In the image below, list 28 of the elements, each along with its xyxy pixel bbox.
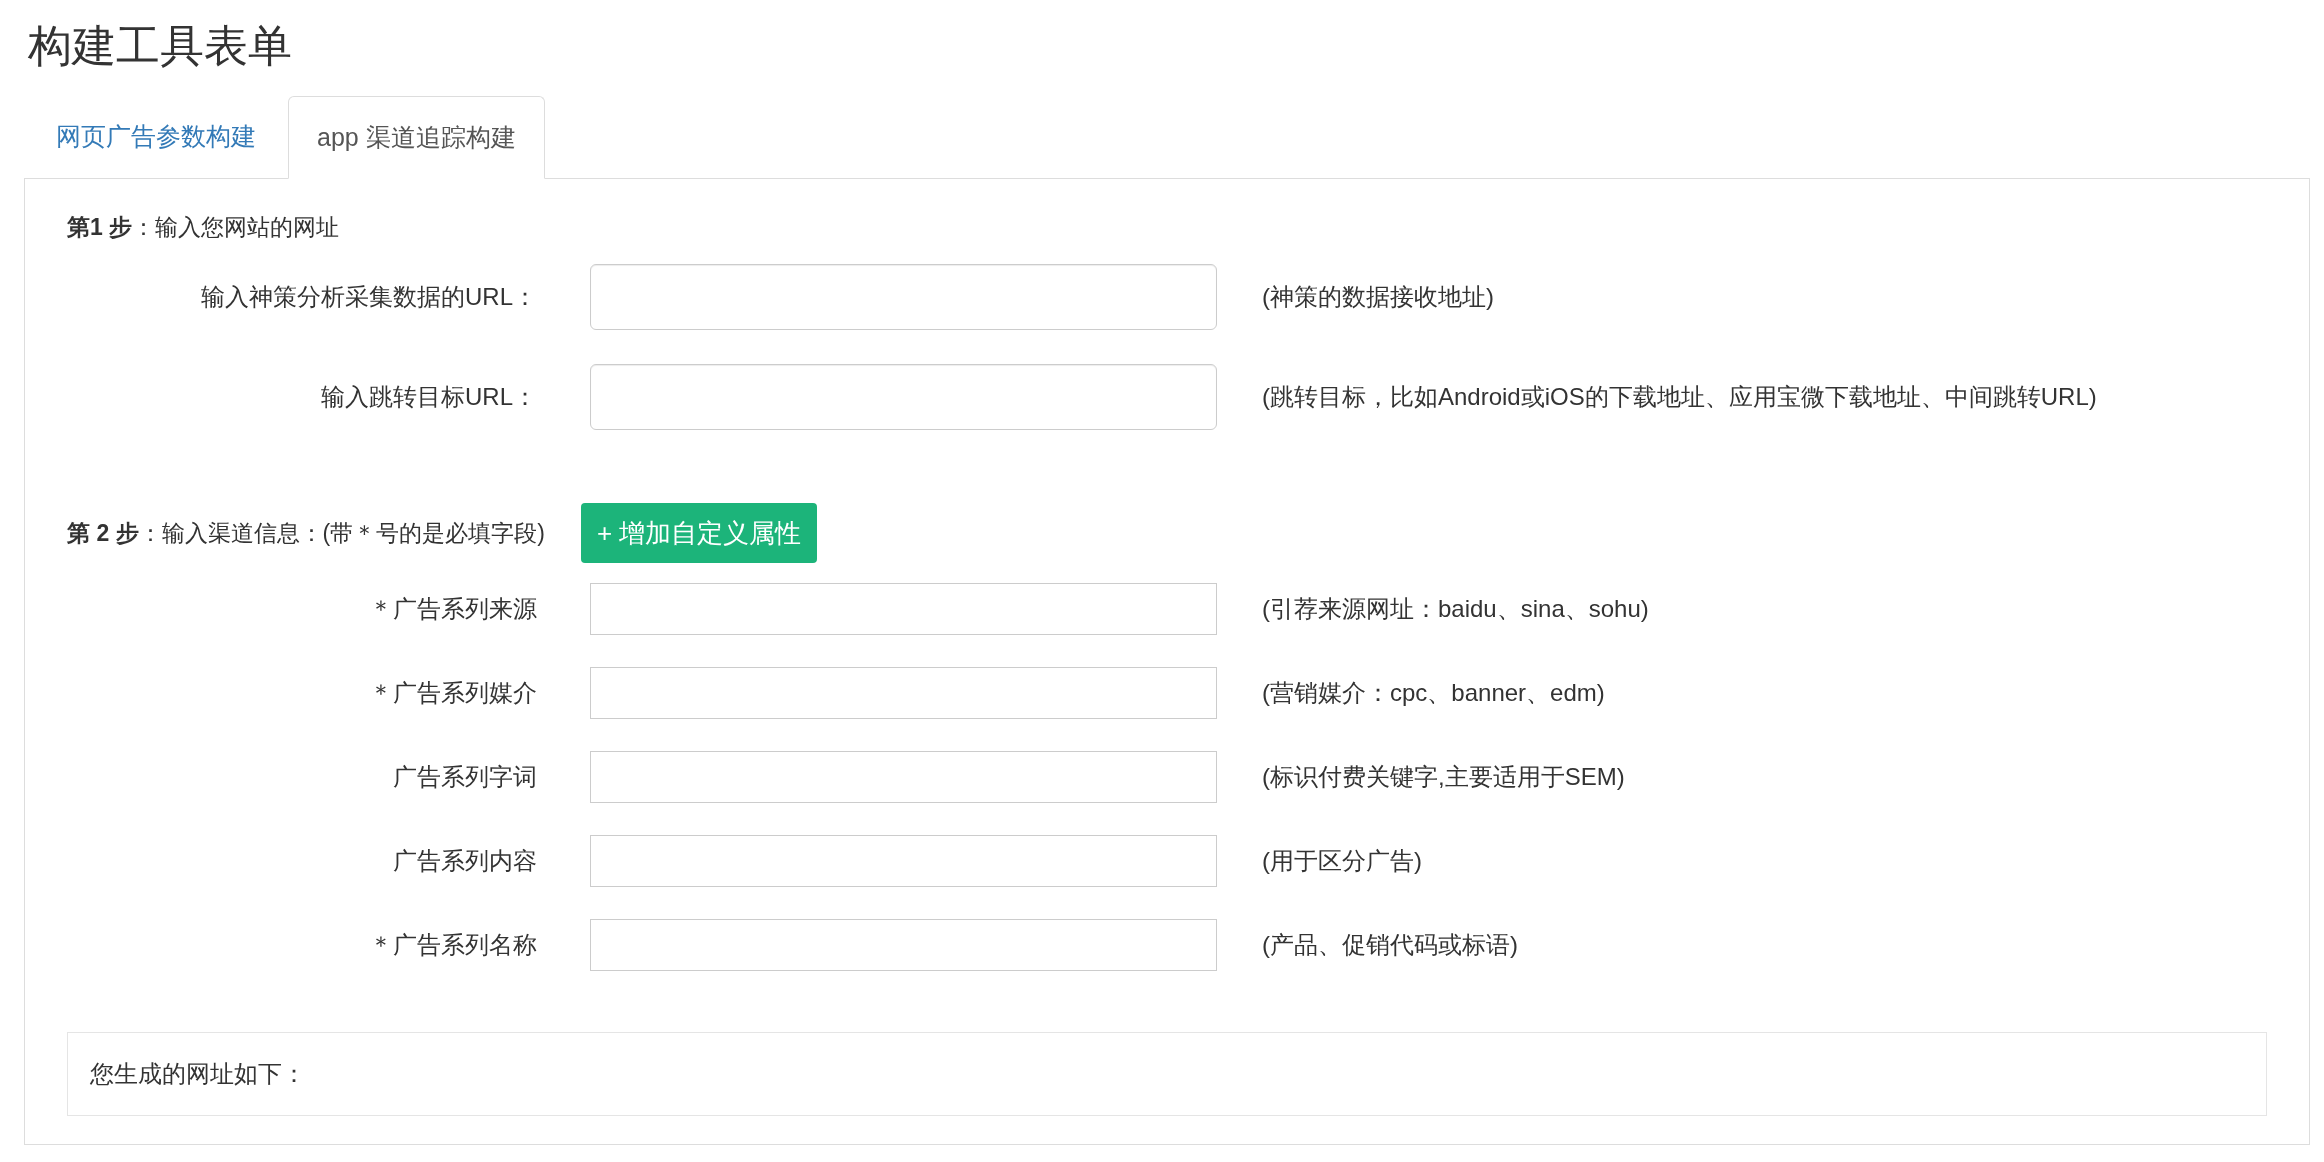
page-title: 构建工具表单 <box>27 20 293 72</box>
field-hint: (标识付费关键字,主要适用于SEM) <box>1262 762 1625 792</box>
field-hint: (用于区分广告) <box>1262 846 1422 876</box>
field-label: ＊广告系列来源 <box>368 594 537 624</box>
input-field[interactable] <box>590 264 1217 330</box>
input-field[interactable] <box>590 667 1217 719</box>
field-hint: (神策的数据接收地址) <box>1262 282 1494 312</box>
field-hint: (引荐来源网址：baidu、sina、sohu) <box>1262 594 1649 624</box>
field-label: ＊广告系列名称 <box>368 930 537 960</box>
field-label: ＊广告系列媒介 <box>368 678 537 708</box>
input-field[interactable] <box>590 835 1217 887</box>
field-hint: (产品、促销代码或标语) <box>1262 930 1518 960</box>
field-label: 广告系列内容 <box>392 846 537 876</box>
tab[interactable]: app 渠道追踪构建 <box>288 96 545 179</box>
tab[interactable]: 网页广告参数构建 <box>28 95 284 178</box>
step-heading: 第 2 步：输入渠道信息：(带＊号的是必填字段) <box>67 518 545 548</box>
step-heading: 第1 步：输入您网站的网址 <box>67 213 341 242</box>
input-field[interactable] <box>590 583 1217 635</box>
field-label: 输入神策分析采集数据的URL： <box>200 282 537 312</box>
input-field[interactable] <box>590 364 1217 430</box>
field-hint: (跳转目标，比如Android或iOS的下载地址、应用宝微下载地址、中间跳转URL) <box>1262 382 2097 412</box>
input-field[interactable] <box>590 751 1217 803</box>
field-label: 广告系列字词 <box>392 762 537 792</box>
field-hint: (营销媒介：cpc、banner、edm) <box>1262 678 1605 708</box>
field-label: 输入跳转目标URL： <box>320 382 537 412</box>
result-label: 您生成的网址如下： <box>90 1059 306 1089</box>
input-field[interactable] <box>590 919 1217 971</box>
add-attribute-button[interactable]: + 增加自定义属性 <box>580 503 818 563</box>
